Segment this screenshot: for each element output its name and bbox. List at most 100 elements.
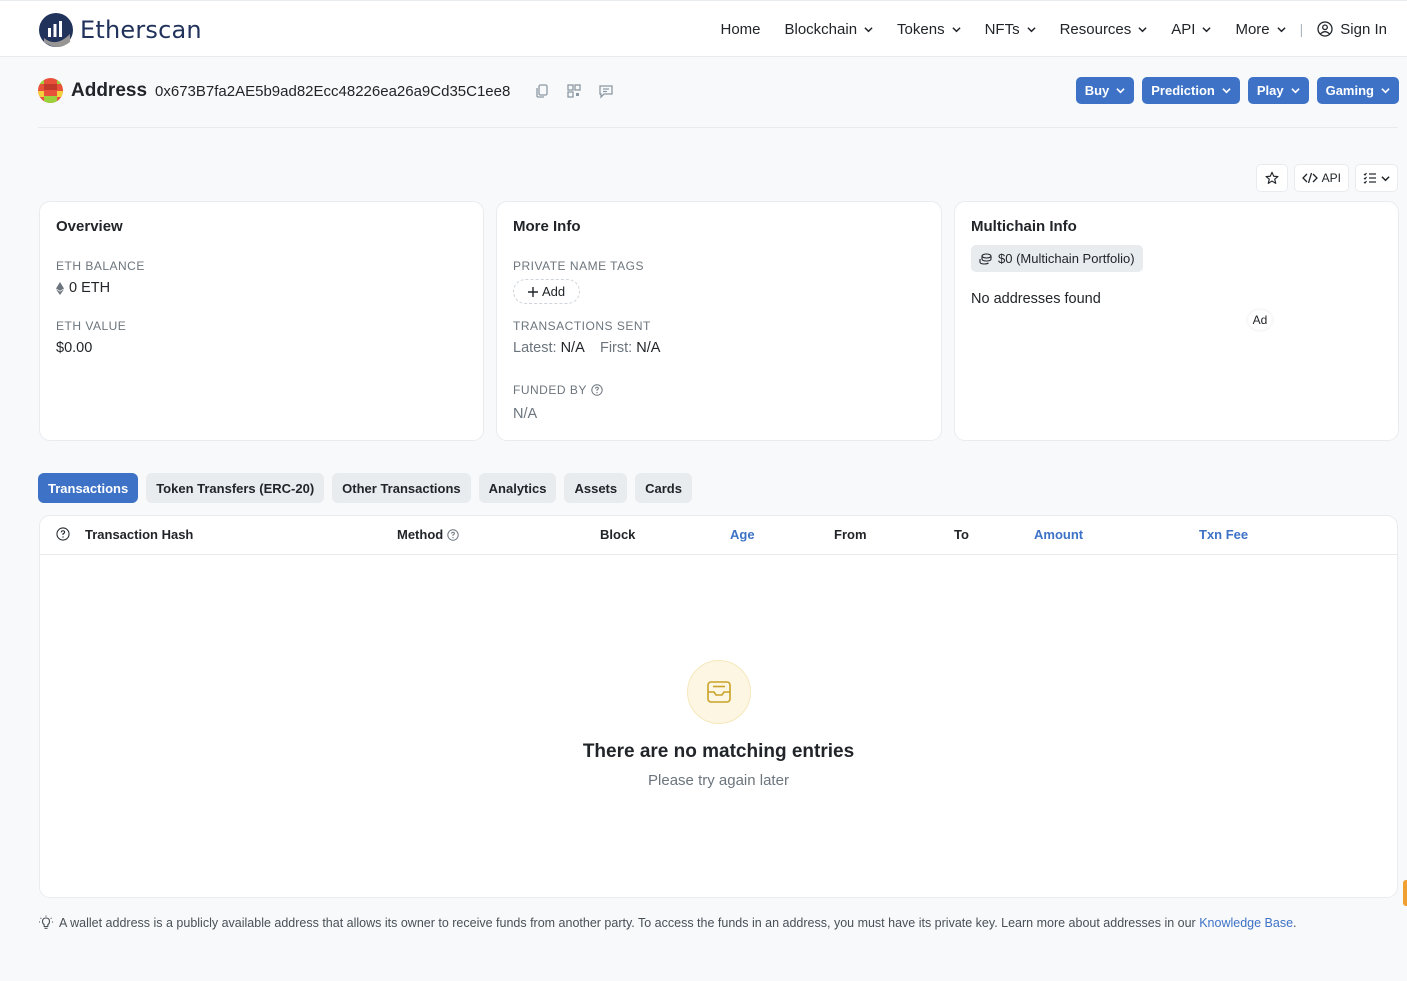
nav-resources-label: Resources [1059,20,1132,38]
chevron-down-icon [1381,175,1390,181]
code-icon [1301,172,1318,184]
nav-more[interactable]: More [1223,21,1297,38]
multichain-portfolio-label: $0 (Multichain Portfolio) [998,251,1135,266]
qr-code-icon[interactable] [566,83,582,99]
multichain-portfolio-button[interactable]: $0 (Multichain Portfolio) [971,245,1143,272]
ethereum-icon [56,281,64,295]
funded-by-text: FUNDED BY [513,383,587,397]
latest-value: N/A [560,340,584,356]
sign-in-label: Sign In [1340,20,1387,38]
play-button[interactable]: Play [1247,77,1309,104]
col-amount[interactable]: Amount [1034,527,1083,542]
tab-other-transactions[interactable]: Other Transactions [332,473,471,503]
address-header: Address 0x673B7fa2AE5b9ad82Ecc48226ea26a… [38,78,622,103]
chevron-down-icon [1138,26,1147,32]
etherscan-logo[interactable]: Etherscan [38,12,202,48]
chevron-down-icon [1381,88,1390,94]
address-info-note: A wallet address is a publicly available… [38,915,1297,931]
tab-transactions[interactable]: Transactions [38,473,139,503]
chevron-down-icon [951,26,961,32]
etherscan-logo-icon [39,13,73,47]
favorite-button[interactable] [1255,164,1288,192]
nav-api-label: API [1171,20,1196,38]
feedback-side-tab[interactable] [1403,880,1407,906]
main-nav: Home Blockchain Tokens NFTs Resources AP… [708,1,1387,57]
address-hash[interactable]: 0x673B7fa2AE5b9ad82Ecc48226ea26a9Cd35C1e… [155,83,510,100]
empty-title: There are no matching entries [582,741,855,762]
chevron-down-icon [1026,26,1036,32]
chevron-down-icon [1202,26,1212,32]
nav-home[interactable]: Home [708,21,772,38]
help-circle-icon[interactable] [591,384,603,396]
first-value: N/A [636,340,661,356]
api-button[interactable]: API [1293,164,1349,192]
chevron-down-icon [1277,26,1286,32]
col-block: Block [600,527,636,542]
multichain-title: Multichain Info [971,218,1077,235]
tab-cards[interactable]: Cards [635,473,692,503]
lightbulb-icon [39,915,53,929]
eth-balance-text: 0 ETH [69,280,111,296]
funded-by-value: N/A [513,406,538,422]
nav-tokens-label: Tokens [897,20,945,38]
user-circle-icon [1317,21,1333,37]
knowledge-base-link[interactable]: Knowledge Base [1199,916,1293,930]
ad-badge[interactable]: Ad [1248,310,1272,330]
tab-analytics[interactable]: Analytics [478,473,557,503]
tab-assets[interactable]: Assets [564,473,628,503]
note-body: A wallet address is a publicly available… [59,916,1196,930]
first-label: First: [599,340,633,356]
latest-label: Latest: [513,340,557,356]
add-name-tag-button[interactable]: Add [513,279,581,304]
transactions-sent-values: Latest: N/A First: N/A [513,340,925,356]
help-circle-icon[interactable] [56,527,70,541]
buy-button[interactable]: Buy [1075,77,1135,104]
comment-icon[interactable] [598,83,614,99]
col-age[interactable]: Age [730,527,755,542]
page-title: Address [71,79,148,101]
nav-more-label: More [1235,20,1270,38]
address-tabs: Transactions Token Transfers (ERC-20) Ot… [38,473,692,503]
col-method: Method [397,527,459,542]
multichain-card: Multichain Info $0 (Multichain Portfolio… [954,201,1399,441]
transactions-sent-label: TRANSACTIONS SENT [513,319,651,333]
sponsored-buttons: Buy Prediction Play Gaming [1075,77,1399,104]
nav-blockchain-label: Blockchain [784,20,858,38]
header-divider [38,127,1398,128]
nav-blockchain[interactable]: Blockchain [773,21,886,38]
eth-balance-value: 0 ETH [56,280,467,296]
address-tools: API [1255,164,1398,192]
play-button-label: Play [1256,83,1284,98]
list-options-button[interactable] [1355,164,1398,192]
chevron-down-icon [1222,88,1231,94]
nav-api[interactable]: API [1159,21,1223,38]
no-addresses-text: No addresses found [971,291,1101,307]
empty-inbox-icon [686,660,751,724]
eth-value-value: $0.00 [56,340,93,356]
nav-home-label: Home [720,20,761,38]
more-info-title: More Info [513,218,581,235]
list-check-icon [1363,172,1376,184]
nav-nfts[interactable]: NFTs [973,21,1048,38]
private-name-tags-label: PRIVATE NAME TAGS [513,259,644,273]
gaming-button[interactable]: Gaming [1316,77,1399,104]
nav-resources[interactable]: Resources [1048,21,1160,38]
col-from: From [834,527,867,542]
copy-icon[interactable] [534,83,550,99]
col-method-label: Method [397,527,444,542]
col-transaction-hash: Transaction Hash [85,527,194,542]
site-header: Etherscan Home Blockchain Tokens NFTs Re… [0,0,1407,57]
overview-card: Overview ETH BALANCE 0 ETH ETH VALUE $0.… [39,201,484,441]
col-txn-fee[interactable]: Txn Fee [1199,527,1248,542]
gaming-button-label: Gaming [1325,83,1374,98]
prediction-button[interactable]: Prediction [1142,77,1240,104]
funded-by-label: FUNDED BY [513,383,925,397]
brand-name: Etherscan [80,16,202,44]
eth-value-label: ETH VALUE [56,319,127,333]
tab-token-transfers[interactable]: Token Transfers (ERC-20) [146,473,325,503]
nav-tokens[interactable]: Tokens [885,21,973,38]
help-circle-icon[interactable] [447,528,459,541]
chevron-down-icon [1116,88,1125,94]
sign-in-link[interactable]: Sign In [1305,21,1387,38]
eth-balance-label: ETH BALANCE [56,259,145,273]
